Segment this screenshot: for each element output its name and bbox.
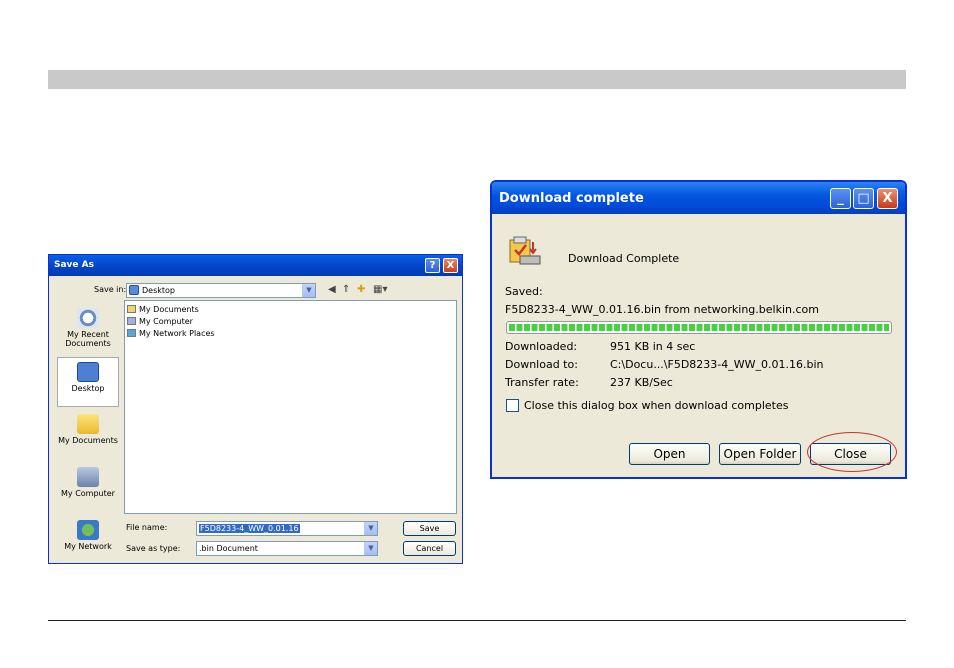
close-button[interactable]: X bbox=[877, 188, 898, 209]
chevron-down-icon: ▼ bbox=[364, 522, 377, 535]
download-complete-icon bbox=[509, 236, 541, 265]
place-my-computer[interactable]: My Computer bbox=[57, 463, 119, 513]
download-to-label: Download to: bbox=[505, 358, 578, 371]
save-as-title-bar: Save As ? X bbox=[49, 255, 462, 276]
download-complete-dialog: Download complete _ □ X Download Complet… bbox=[490, 180, 907, 479]
place-my-documents[interactable]: My Documents bbox=[57, 410, 119, 460]
save-as-dialog: Save As ? X Save in: Desktop ▼ ◀ ⇑ ✚ ▦▾ … bbox=[48, 254, 463, 564]
saved-path: F5D8233-4_WW_0.01.16.bin from networking… bbox=[505, 303, 819, 316]
close-button[interactable]: X bbox=[443, 258, 458, 273]
back-icon[interactable]: ◀ bbox=[328, 284, 336, 295]
transfer-rate-value: 237 KB/Sec bbox=[610, 376, 673, 389]
place-recent-documents[interactable]: My Recent Documents bbox=[57, 304, 119, 354]
open-folder-button[interactable]: Open Folder bbox=[719, 443, 801, 465]
desktop-icon bbox=[77, 362, 99, 382]
saved-label: Saved: bbox=[505, 285, 543, 298]
place-my-network[interactable]: My Network bbox=[57, 516, 119, 566]
close-when-done-checkbox[interactable] bbox=[506, 399, 519, 412]
download-title: Download complete bbox=[499, 191, 644, 206]
footer-rule bbox=[48, 620, 906, 621]
help-icon: ? bbox=[429, 260, 436, 271]
computer-icon bbox=[127, 317, 136, 325]
download-title-bar: Download complete _ □ X bbox=[492, 182, 905, 214]
transfer-rate-label: Transfer rate: bbox=[505, 376, 579, 389]
place-desktop[interactable]: Desktop bbox=[57, 357, 119, 407]
close-icon: X bbox=[446, 260, 455, 271]
file-list[interactable]: My Documents My Computer My Network Plac… bbox=[124, 300, 457, 514]
download-heading: Download Complete bbox=[568, 252, 680, 265]
place-label: My Recent Documents bbox=[65, 330, 111, 348]
list-item[interactable]: My Network Places bbox=[127, 328, 215, 339]
place-label: My Computer bbox=[61, 489, 115, 498]
chevron-down-icon: ▼ bbox=[364, 542, 377, 555]
close-when-done-label: Close this dialog box when download comp… bbox=[524, 399, 789, 412]
list-item[interactable]: My Documents bbox=[127, 304, 199, 315]
places-bar: My Recent Documents Desktop My Documents… bbox=[57, 300, 119, 554]
file-name-value: F5D8233-4_WW_0.01.16 bbox=[199, 524, 300, 533]
list-item[interactable]: My Computer bbox=[127, 316, 193, 327]
save-type-label: Save as type: bbox=[126, 544, 181, 553]
minimize-icon: _ bbox=[837, 191, 844, 206]
recent-documents-icon bbox=[77, 308, 99, 328]
open-button[interactable]: Open bbox=[629, 443, 710, 465]
save-type-value: .bin Document bbox=[199, 544, 258, 553]
help-button[interactable]: ? bbox=[425, 258, 440, 273]
highlight-ring bbox=[807, 432, 897, 472]
folder-icon bbox=[127, 305, 136, 313]
place-label: My Documents bbox=[58, 436, 118, 445]
download-progress-bar bbox=[506, 321, 892, 334]
view-menu-icon[interactable]: ▦▾ bbox=[373, 284, 387, 295]
save-in-dropdown[interactable]: Desktop ▼ bbox=[126, 283, 316, 298]
desktop-icon bbox=[129, 285, 139, 295]
maximize-button[interactable]: □ bbox=[853, 188, 874, 209]
chevron-down-icon: ▼ bbox=[302, 284, 315, 297]
network-icon bbox=[77, 520, 99, 540]
downloaded-label: Downloaded: bbox=[505, 340, 578, 353]
save-button[interactable]: Save bbox=[403, 521, 456, 536]
folder-icon bbox=[77, 414, 99, 434]
cancel-button[interactable]: Cancel bbox=[403, 541, 456, 556]
downloaded-value: 951 KB in 4 sec bbox=[610, 340, 696, 353]
header-bar bbox=[48, 70, 906, 89]
file-name-input[interactable]: F5D8233-4_WW_0.01.16 ▼ bbox=[196, 521, 378, 536]
close-icon: X bbox=[882, 191, 893, 206]
save-type-select[interactable]: .bin Document ▼ bbox=[196, 541, 378, 556]
file-name-label: File name: bbox=[126, 523, 168, 532]
network-icon bbox=[127, 329, 136, 337]
progress-fill bbox=[509, 324, 889, 331]
minimize-button[interactable]: _ bbox=[830, 188, 851, 209]
new-folder-icon[interactable]: ✚ bbox=[357, 284, 365, 295]
place-label: My Network bbox=[64, 542, 112, 551]
save-in-value: Desktop bbox=[142, 286, 175, 295]
place-label: Desktop bbox=[71, 384, 105, 393]
save-in-label: Save in: bbox=[94, 285, 127, 294]
maximize-icon: □ bbox=[857, 191, 870, 206]
download-to-value: C:\Docu...\F5D8233-4_WW_0.01.16.bin bbox=[610, 358, 824, 371]
computer-icon bbox=[77, 467, 99, 487]
up-folder-icon[interactable]: ⇑ bbox=[342, 284, 350, 295]
save-as-title: Save As bbox=[54, 260, 94, 270]
